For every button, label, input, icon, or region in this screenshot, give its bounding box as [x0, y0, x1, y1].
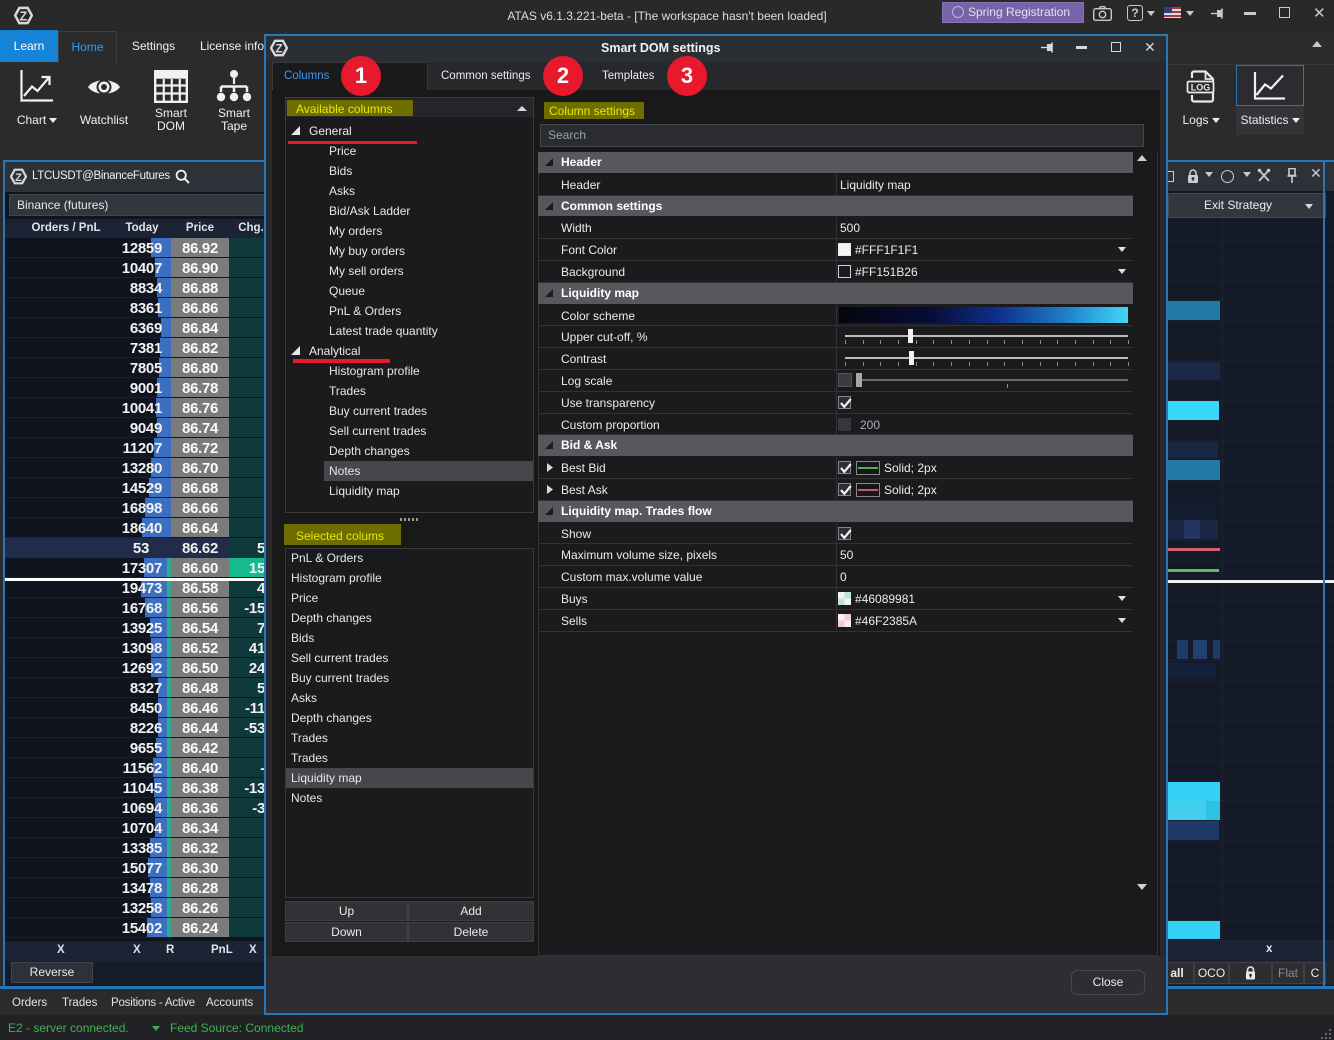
svg-text:Z: Z	[15, 172, 22, 184]
svg-text:LOG: LOG	[1191, 82, 1211, 92]
svg-text:Z: Z	[20, 9, 28, 23]
svg-text:Z: Z	[275, 42, 282, 56]
